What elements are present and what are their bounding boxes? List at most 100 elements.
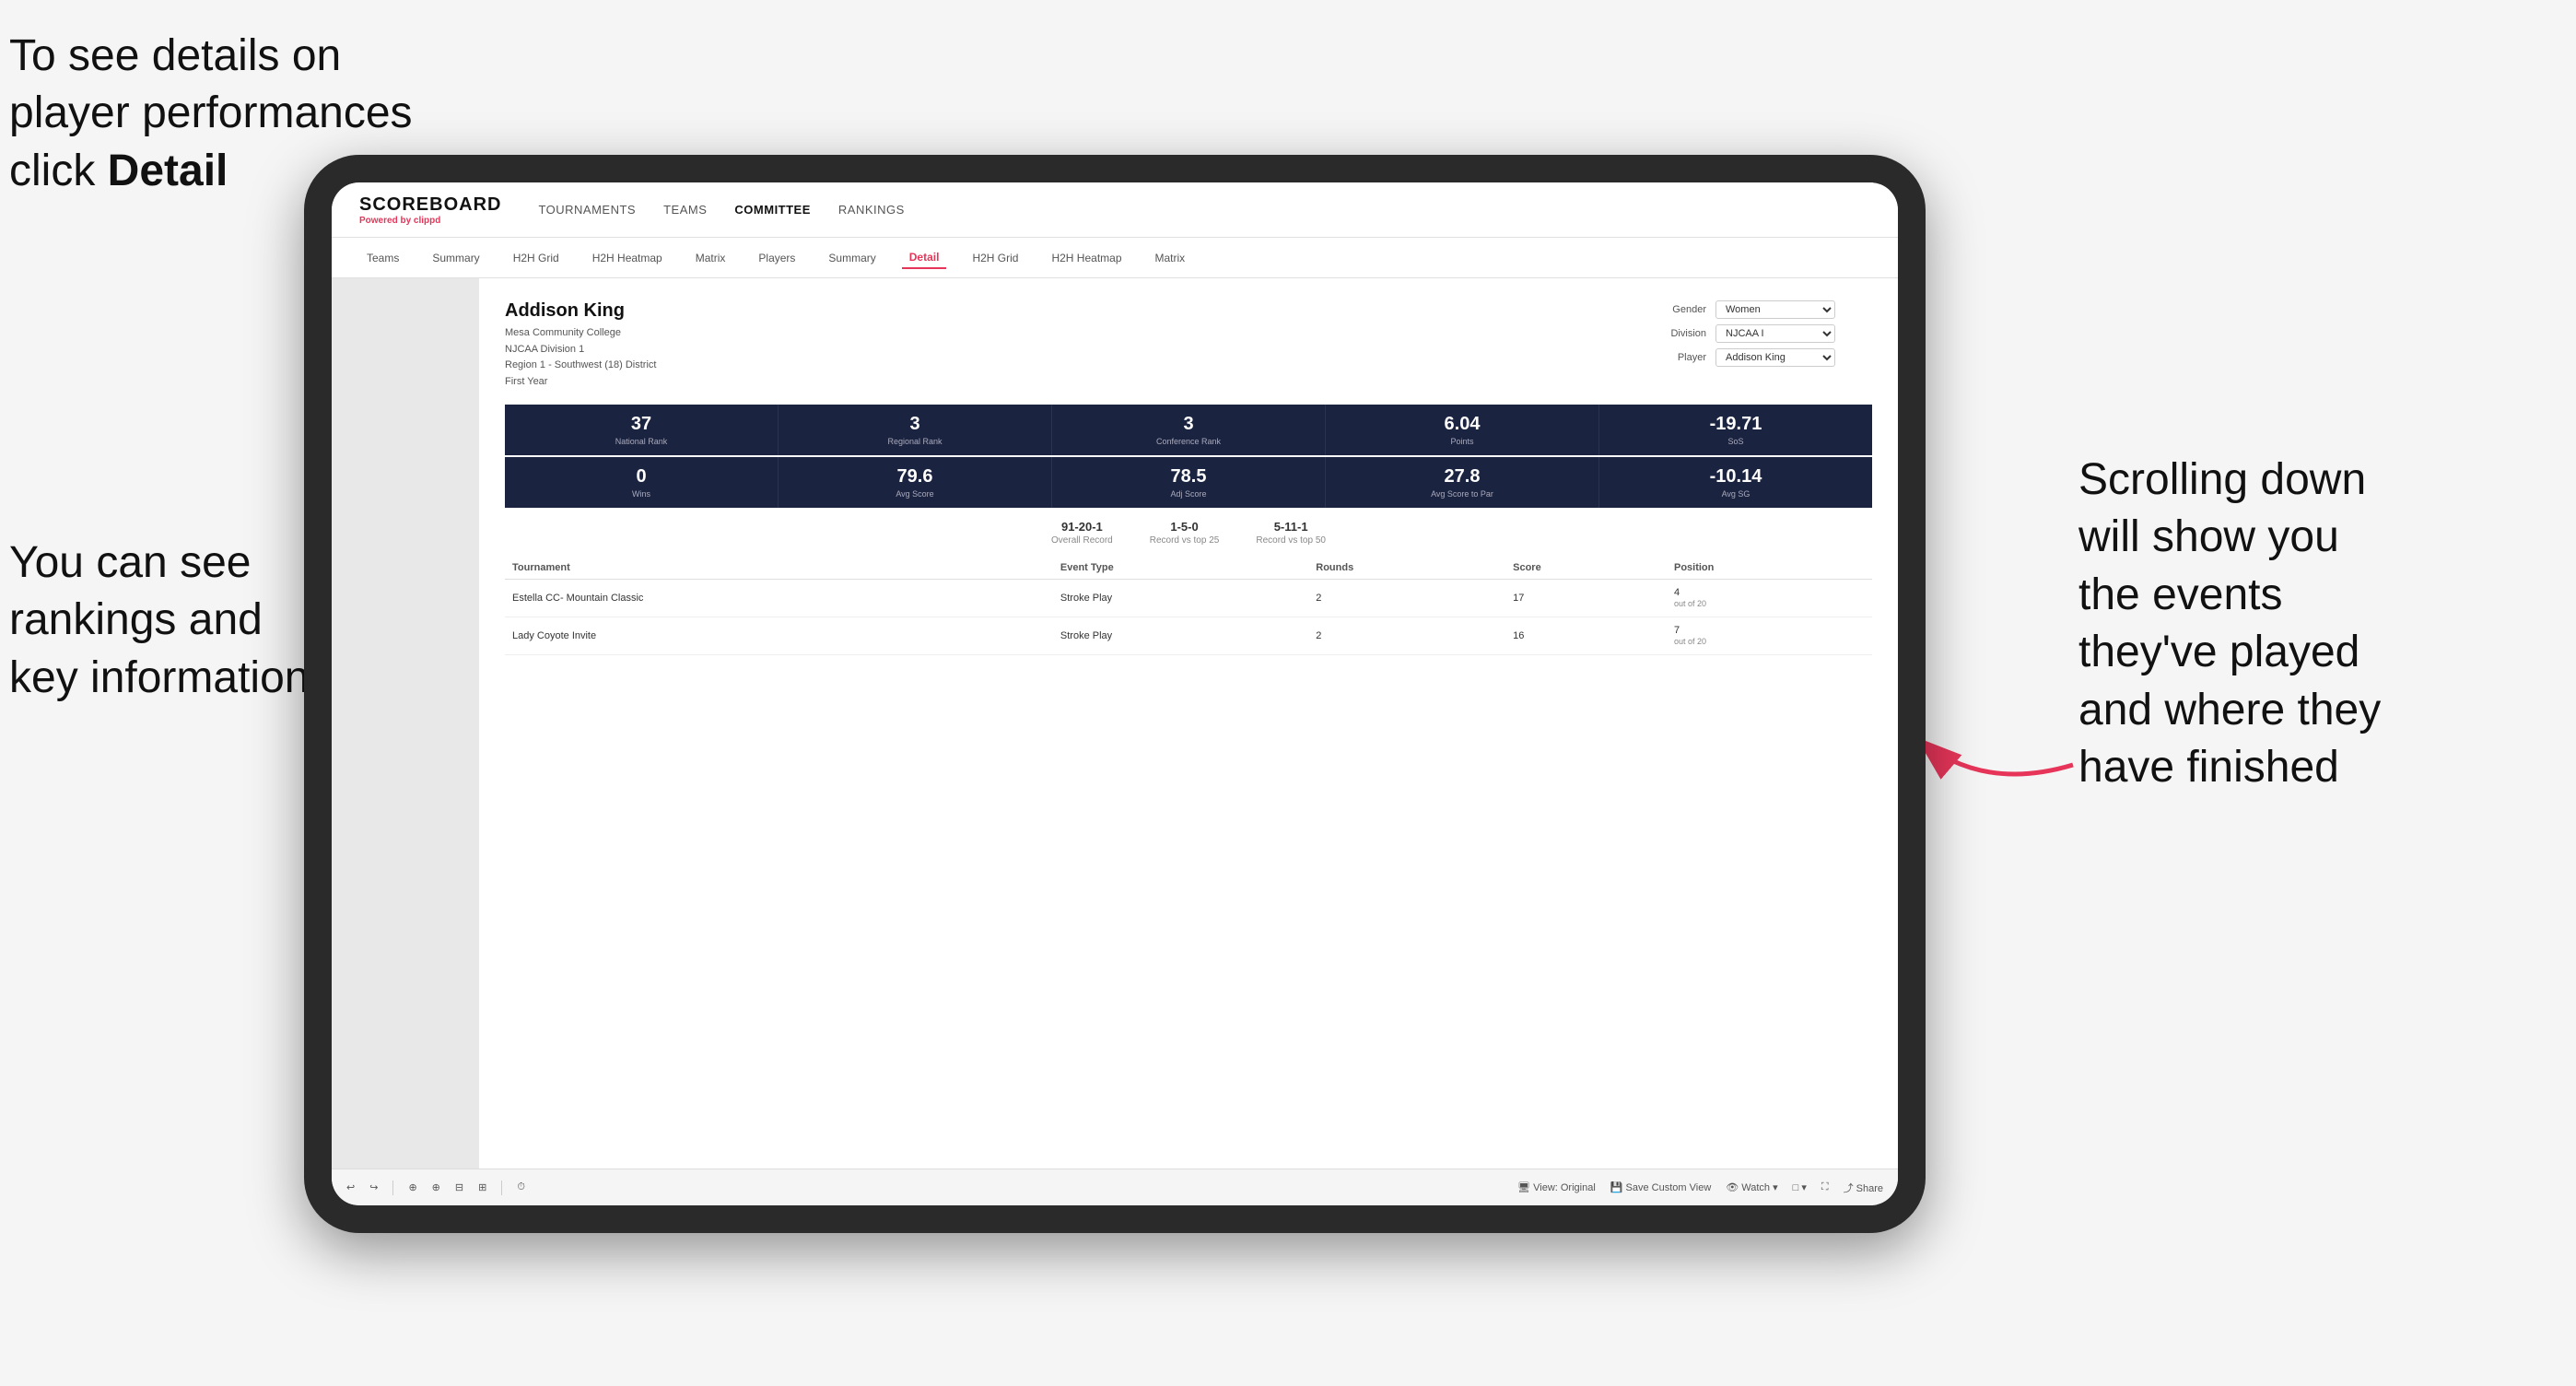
nav-tournaments[interactable]: TOURNAMENTS <box>538 199 636 220</box>
player-school: Mesa Community College <box>505 327 621 338</box>
stat-value-conference-rank: 3 <box>1058 414 1319 435</box>
player-info: Addison King Mesa Community College NJCA… <box>505 300 656 390</box>
gender-label: Gender <box>1651 304 1706 315</box>
logo-area: SCOREBOARD Powered by clippd <box>359 194 501 226</box>
tablet-frame: SCOREBOARD Powered by clippd TOURNAMENTS… <box>304 155 1926 1233</box>
stat-value-regional-rank: 3 <box>784 414 1046 435</box>
stat-value-national-rank: 37 <box>510 414 772 435</box>
stat-value-avg-score-par: 27.8 <box>1331 466 1593 487</box>
subnav-h2hheatmap2[interactable]: H2H Heatmap <box>1044 248 1129 268</box>
table-row: Estella CC- Mountain Classic Stroke Play… <box>505 580 1872 617</box>
division-filter-row: Division NJCAA I NJCAA II <box>1651 324 1872 343</box>
watch-button[interactable]: 👁 Watch ▾ <box>1726 1181 1777 1193</box>
player-label: Player <box>1651 352 1706 363</box>
annotation-bottomleft: You can see rankings and key information <box>9 534 309 707</box>
record-top50: 5-11-1 Record vs top 50 <box>1256 519 1326 546</box>
fullscreen-button[interactable]: ⛶ <box>1821 1181 1829 1193</box>
player-year: First Year <box>505 376 547 387</box>
timer-button[interactable]: ⏱ <box>517 1181 525 1193</box>
toolbar-btn-1[interactable]: ⊕ <box>408 1181 416 1193</box>
player-filter-row: Player Addison King <box>1651 348 1872 367</box>
record-overall-value: 91-20-1 <box>1061 520 1103 534</box>
player-header: Addison King Mesa Community College NJCA… <box>505 300 1872 390</box>
gender-select[interactable]: Women Men <box>1715 300 1835 319</box>
subnav-players[interactable]: Players <box>751 248 802 268</box>
toolbar-btn-2[interactable]: ⊕ <box>432 1181 440 1193</box>
player-division: NJCAA Division 1 <box>505 344 584 355</box>
stat-label-avg-score-par: Avg Score to Par <box>1331 489 1593 499</box>
th-tournament: Tournament <box>505 557 1053 580</box>
logo-powered: Powered by clippd <box>359 216 501 226</box>
tournament-table: Tournament Event Type Rounds Score Posit… <box>505 557 1872 655</box>
stat-label-wins: Wins <box>510 489 772 499</box>
td-position-0: 4 out of 20 <box>1667 580 1872 617</box>
subnav-h2hgrid[interactable]: H2H Grid <box>506 248 567 268</box>
annotation-right: Scrolling down will show you the events … <box>2078 452 2558 796</box>
bottom-toolbar: ↩ ↪ ⊕ ⊕ ⊟ ⊞ ⏱ 🖥 View: Original 💾 Save Cu… <box>332 1169 1898 1205</box>
stat-national-rank: 37 National Rank <box>505 405 779 455</box>
toolbar-btn-4[interactable]: ⊞ <box>478 1181 486 1193</box>
main-content: Addison King Mesa Community College NJCA… <box>332 278 1898 1169</box>
subnav-detail[interactable]: Detail <box>902 247 947 269</box>
table-row: Lady Coyote Invite Stroke Play 2 16 7 ou… <box>505 617 1872 655</box>
stat-label-national-rank: National Rank <box>510 437 772 446</box>
stat-wins: 0 Wins <box>505 457 779 508</box>
stat-label-regional-rank: Regional Rank <box>784 437 1046 446</box>
record-overall-label: Overall Record <box>1051 535 1113 546</box>
sub-nav: Teams Summary H2H Grid H2H Heatmap Matri… <box>332 238 1898 278</box>
subnav-summary2[interactable]: Summary <box>821 248 883 268</box>
stat-label-points: Points <box>1331 437 1593 446</box>
record-top25-label: Record vs top 25 <box>1150 535 1220 546</box>
stat-sos: -19.71 SoS <box>1599 405 1872 455</box>
toolbar-sep-2 <box>501 1180 502 1195</box>
main-nav: TOURNAMENTS TEAMS COMMITTEE RANKINGS <box>538 199 904 220</box>
division-label: Division <box>1651 328 1706 339</box>
stat-value-avg-sg: -10.14 <box>1605 466 1867 487</box>
th-event-type: Event Type <box>1053 557 1308 580</box>
content-area: Addison King Mesa Community College NJCA… <box>479 278 1898 1169</box>
subnav-h2hheatmap[interactable]: H2H Heatmap <box>585 248 670 268</box>
nav-teams[interactable]: TEAMS <box>663 199 707 220</box>
subnav-matrix[interactable]: Matrix <box>688 248 733 268</box>
undo-button[interactable]: ↩ <box>346 1181 355 1193</box>
toolbar-right: 🖥 View: Original 💾 Save Custom View 👁 Wa… <box>1517 1180 1883 1195</box>
td-event-type-0: Stroke Play <box>1053 580 1308 617</box>
stat-label-avg-sg: Avg SG <box>1605 489 1867 499</box>
records-row: 91-20-1 Overall Record 1-5-0 Record vs t… <box>505 519 1872 546</box>
th-position: Position <box>1667 557 1872 580</box>
stat-label-conference-rank: Conference Rank <box>1058 437 1319 446</box>
subnav-matrix2[interactable]: Matrix <box>1148 248 1193 268</box>
record-top25: 1-5-0 Record vs top 25 <box>1150 519 1220 546</box>
nav-rankings[interactable]: RANKINGS <box>838 199 905 220</box>
nav-committee[interactable]: COMMITTEE <box>734 199 811 220</box>
screen-button[interactable]: □ ▾ <box>1793 1181 1807 1193</box>
stat-label-adj-score: Adj Score <box>1058 489 1319 499</box>
td-score-1: 16 <box>1505 617 1667 655</box>
stat-value-sos: -19.71 <box>1605 414 1867 435</box>
share-button[interactable]: ⤴ Share <box>1844 1180 1883 1195</box>
stat-value-points: 6.04 <box>1331 414 1593 435</box>
subnav-h2hgrid2[interactable]: H2H Grid <box>965 248 1025 268</box>
player-filters: Gender Women Men Division NJCAA I NJCAA … <box>1651 300 1872 367</box>
stat-adj-score: 78.5 Adj Score <box>1052 457 1326 508</box>
td-event-type-1: Stroke Play <box>1053 617 1308 655</box>
record-top50-value: 5-11-1 <box>1274 520 1308 534</box>
redo-button[interactable]: ↪ <box>369 1181 378 1193</box>
tablet-screen: SCOREBOARD Powered by clippd TOURNAMENTS… <box>332 182 1898 1205</box>
td-tournament-0: Estella CC- Mountain Classic <box>505 580 1053 617</box>
td-position-1: 7 out of 20 <box>1667 617 1872 655</box>
subnav-summary[interactable]: Summary <box>425 248 486 268</box>
view-original-button[interactable]: 🖥 View: Original <box>1517 1181 1596 1193</box>
stats-row-1: 37 National Rank 3 Regional Rank 3 Confe… <box>505 405 1872 455</box>
division-select[interactable]: NJCAA I NJCAA II <box>1715 324 1835 343</box>
save-custom-view-button[interactable]: 💾 Save Custom View <box>1610 1181 1711 1193</box>
top-nav: SCOREBOARD Powered by clippd TOURNAMENTS… <box>332 182 1898 238</box>
subnav-teams[interactable]: Teams <box>359 248 406 268</box>
stat-conference-rank: 3 Conference Rank <box>1052 405 1326 455</box>
toolbar-btn-3[interactable]: ⊟ <box>455 1181 463 1193</box>
player-select[interactable]: Addison King <box>1715 348 1835 367</box>
record-top50-label: Record vs top 50 <box>1256 535 1326 546</box>
th-rounds: Rounds <box>1308 557 1505 580</box>
record-top25-value: 1-5-0 <box>1170 520 1198 534</box>
stat-label-sos: SoS <box>1605 437 1867 446</box>
